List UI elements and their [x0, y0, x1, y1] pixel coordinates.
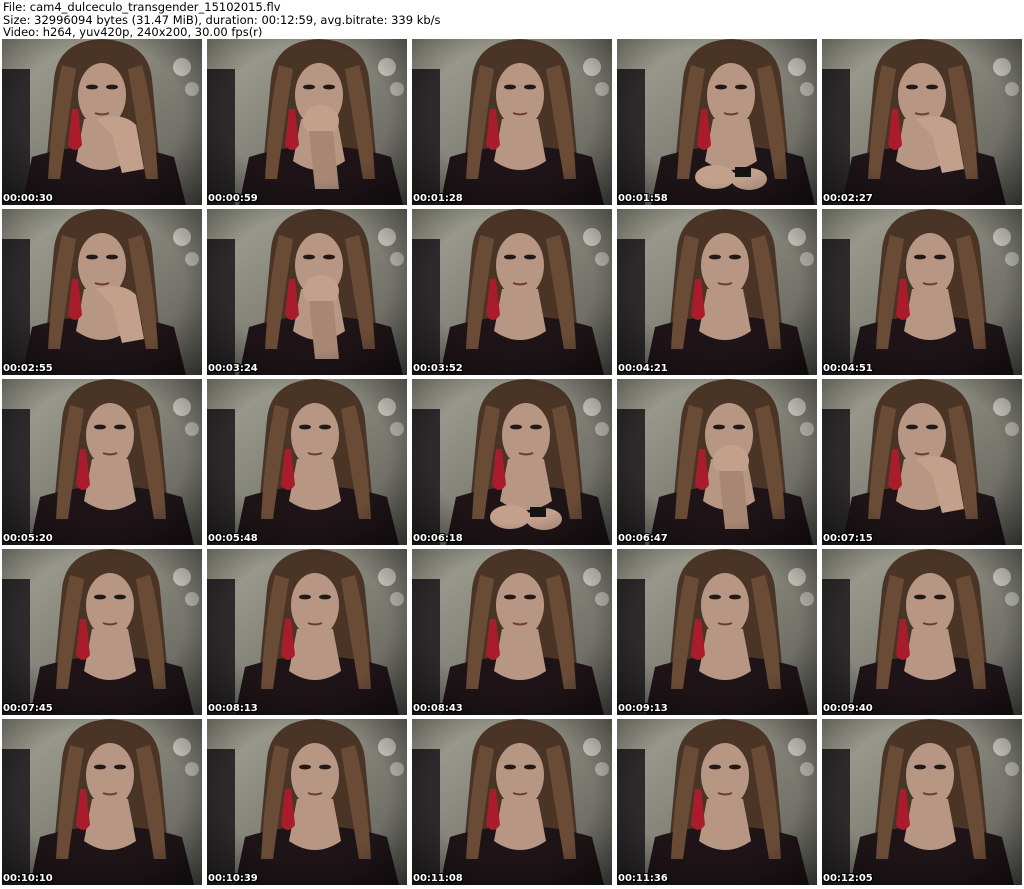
video-thumbnail[interactable]: 00:11:36 [617, 719, 817, 885]
thumbnail-frame-image [822, 549, 1022, 715]
thumbnail-frame-image [617, 39, 817, 205]
video-thumbnail[interactable]: 00:06:47 [617, 379, 817, 545]
thumbnail-timestamp: 00:03:24 [208, 363, 258, 374]
thumbnail-frame-image [207, 39, 407, 205]
thumbnail-timestamp: 00:00:30 [3, 193, 53, 204]
video-thumbnail[interactable]: 00:07:45 [2, 549, 202, 715]
video-thumbnail[interactable]: 00:11:08 [412, 719, 612, 885]
thumbnail-frame-image [2, 719, 202, 885]
thumbnail-frame-image [2, 39, 202, 205]
thumbnail-frame-image [617, 549, 817, 715]
video-thumbnail[interactable]: 00:07:15 [822, 379, 1022, 545]
video-thumbnail[interactable]: 00:02:55 [2, 209, 202, 375]
thumbnail-frame-image [412, 379, 612, 545]
thumbnail-frame-image [2, 379, 202, 545]
thumbnail-frame-image [207, 549, 407, 715]
video-thumbnail[interactable]: 00:03:52 [412, 209, 612, 375]
video-thumbnail[interactable]: 00:01:58 [617, 39, 817, 205]
video-thumbnail[interactable]: 00:05:20 [2, 379, 202, 545]
thumbnail-timestamp: 00:12:05 [823, 873, 873, 884]
thumbnail-frame-image [617, 379, 817, 545]
thumbnail-frame-image [822, 719, 1022, 885]
video-thumbnail[interactable]: 00:09:40 [822, 549, 1022, 715]
thumbnail-timestamp: 00:10:10 [3, 873, 53, 884]
thumbnail-timestamp: 00:02:55 [3, 363, 53, 374]
thumbnail-timestamp: 00:00:59 [208, 193, 258, 204]
thumbnail-frame-image [412, 209, 612, 375]
video-thumbnail[interactable]: 00:00:30 [2, 39, 202, 205]
video-thumbnail[interactable]: 00:05:48 [207, 379, 407, 545]
video-thumbnail[interactable]: 00:00:59 [207, 39, 407, 205]
thumbnail-frame-image [617, 719, 817, 885]
thumbnail-timestamp: 00:07:15 [823, 533, 873, 544]
thumbnail-timestamp: 00:02:27 [823, 193, 873, 204]
file-name-line: File: cam4_dulceculo_transgender_1510201… [3, 1, 281, 14]
thumbnail-frame-image [207, 209, 407, 375]
thumbnail-frame-image [2, 549, 202, 715]
thumbnail-grid: 00:00:30 00:00:59 00:01:28 00:01:58 00:02:27… [2, 39, 1022, 888]
thumbnail-timestamp: 00:05:48 [208, 533, 258, 544]
file-size-line: Size: 32996094 bytes (31.47 MiB), durati… [3, 13, 441, 27]
video-thumbnail[interactable]: 00:02:27 [822, 39, 1022, 205]
video-thumbnail[interactable]: 00:03:24 [207, 209, 407, 375]
thumbnail-timestamp: 00:07:45 [3, 703, 53, 714]
thumbnail-timestamp: 00:04:21 [618, 363, 668, 374]
thumbnail-timestamp: 00:06:18 [413, 533, 463, 544]
video-thumbnail[interactable]: 00:01:28 [412, 39, 612, 205]
thumbnail-timestamp: 00:11:08 [413, 873, 463, 884]
thumbnail-timestamp: 00:08:43 [413, 703, 463, 714]
thumbnail-timestamp: 00:08:13 [208, 703, 258, 714]
video-info-line: Video: h264, yuv420p, 240x200, 30.00 fps… [3, 26, 263, 39]
thumbnail-frame-image [207, 379, 407, 545]
video-thumbnail[interactable]: 00:09:13 [617, 549, 817, 715]
video-thumbnail[interactable]: 00:04:21 [617, 209, 817, 375]
thumbnail-frame-image [207, 719, 407, 885]
thumbnail-frame-image [2, 209, 202, 375]
thumbnail-frame-image [412, 549, 612, 715]
thumbnail-timestamp: 00:10:39 [208, 873, 258, 884]
video-thumbnail[interactable]: 00:08:13 [207, 549, 407, 715]
thumbnail-frame-image [412, 39, 612, 205]
thumbnail-frame-image [822, 379, 1022, 545]
thumbnail-timestamp: 00:05:20 [3, 533, 53, 544]
thumbnail-timestamp: 00:04:51 [823, 363, 873, 374]
file-info-header: File: cam4_dulceculo_transgender_1510201… [3, 1, 1021, 39]
thumbnail-timestamp: 00:03:52 [413, 363, 463, 374]
video-thumbnail[interactable]: 00:10:10 [2, 719, 202, 885]
thumbnail-timestamp: 00:01:28 [413, 193, 463, 204]
thumbnail-frame-image [617, 209, 817, 375]
thumbnail-frame-image [822, 209, 1022, 375]
thumbnail-timestamp: 00:09:40 [823, 703, 873, 714]
thumbnail-timestamp: 00:06:47 [618, 533, 668, 544]
thumbnail-timestamp: 00:09:13 [618, 703, 668, 714]
thumbnail-frame-image [822, 39, 1022, 205]
video-thumbnail[interactable]: 00:04:51 [822, 209, 1022, 375]
video-thumbnail[interactable]: 00:12:05 [822, 719, 1022, 885]
video-thumbnail[interactable]: 00:10:39 [207, 719, 407, 885]
thumbnail-frame-image [412, 719, 612, 885]
thumbnail-timestamp: 00:01:58 [618, 193, 668, 204]
thumbnail-timestamp: 00:11:36 [618, 873, 668, 884]
video-thumbnail[interactable]: 00:08:43 [412, 549, 612, 715]
video-thumbnail[interactable]: 00:06:18 [412, 379, 612, 545]
